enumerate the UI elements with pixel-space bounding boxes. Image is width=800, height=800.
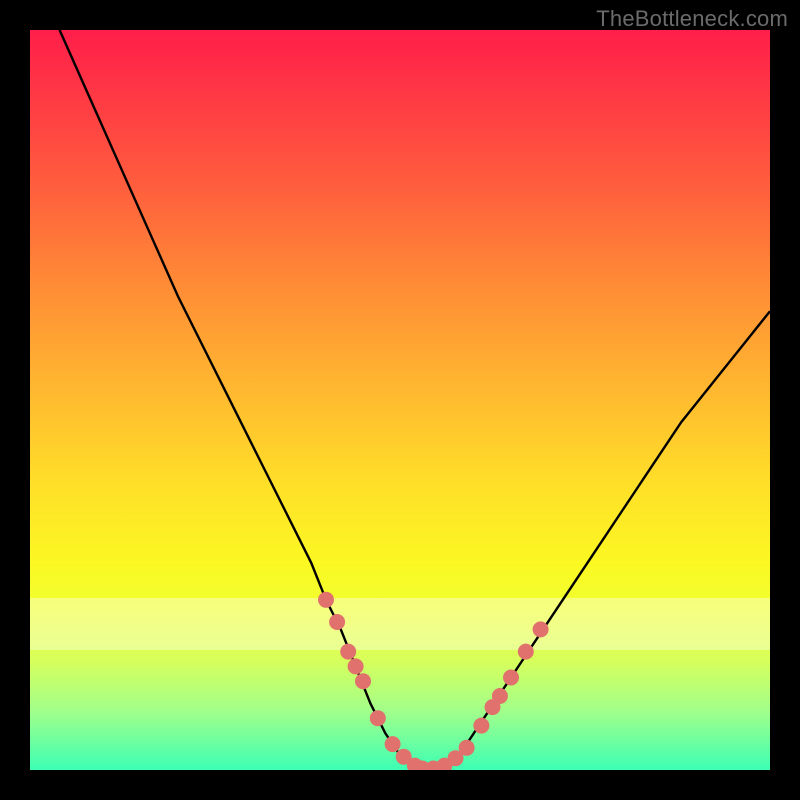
marker-dot xyxy=(503,670,519,686)
marker-dot xyxy=(533,621,549,637)
bottleneck-curve xyxy=(60,30,770,770)
marker-dot xyxy=(355,673,371,689)
marker-dot xyxy=(518,644,534,660)
marker-dot xyxy=(385,736,401,752)
marker-dot xyxy=(340,644,356,660)
marker-dot xyxy=(473,718,489,734)
attribution-text: TheBottleneck.com xyxy=(596,6,788,32)
marker-dot xyxy=(370,710,386,726)
chart-plot-area xyxy=(30,30,770,770)
marker-dot xyxy=(318,592,334,608)
marker-dots xyxy=(318,592,549,770)
marker-dot xyxy=(348,658,364,674)
marker-dot xyxy=(459,740,475,756)
marker-dot xyxy=(329,614,345,630)
chart-svg xyxy=(30,30,770,770)
marker-dot xyxy=(492,688,508,704)
